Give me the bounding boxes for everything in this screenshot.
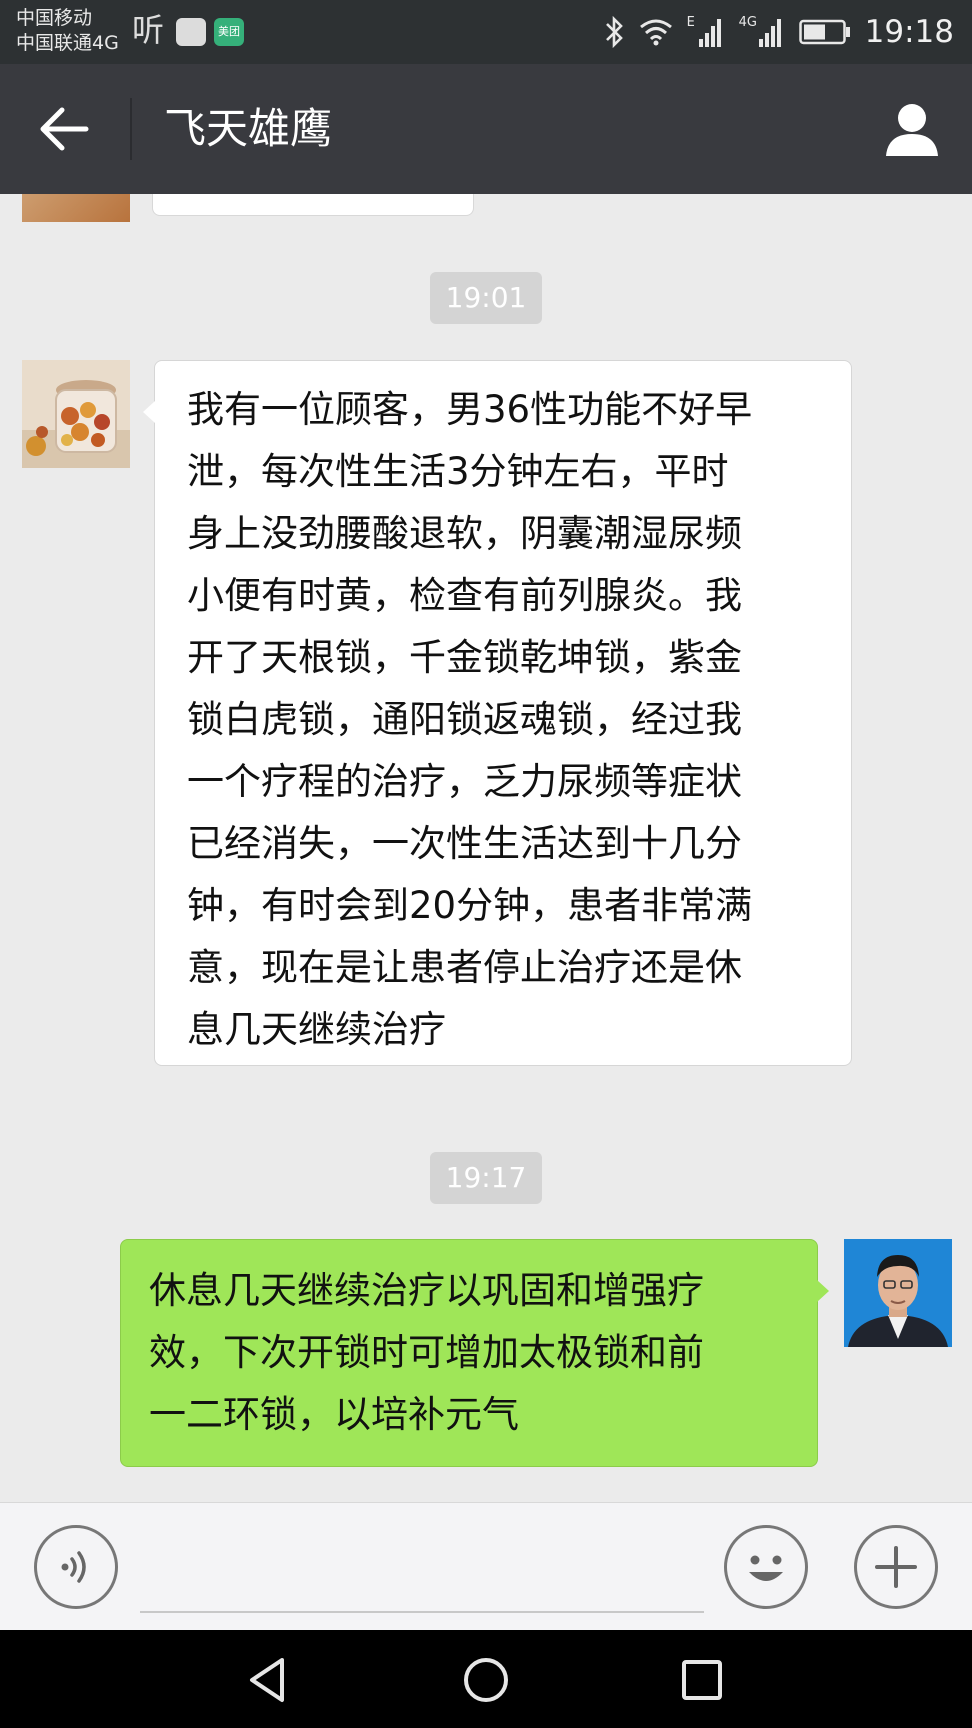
status-icons: E 4G 19:18 (603, 0, 954, 64)
signal-icon-2: 4G (739, 15, 785, 49)
message-line: 钟，有时会到20分钟，患者非常满 (187, 884, 753, 927)
signal-icon: E (687, 15, 725, 49)
food-jar-image (22, 360, 130, 468)
message-line: 身上没劲腰酸退软，阴囊潮湿尿频 (187, 512, 742, 555)
sender-avatar[interactable] (22, 360, 130, 468)
nav-recents-button[interactable] (672, 1650, 732, 1710)
emoji-button[interactable] (724, 1525, 808, 1609)
recents-square-icon (682, 1660, 722, 1700)
nav-home-button[interactable] (456, 1650, 516, 1710)
plus-icon (875, 1546, 917, 1588)
voice-button[interactable] (34, 1525, 118, 1609)
message-line: 一二环锁，以培补元气 (149, 1393, 519, 1436)
home-circle-icon (464, 1658, 508, 1702)
outgoing-message-bubble[interactable]: 休息几天继续治疗以巩固和增强疗 效，下次开锁时可增加太极锁和前 一二环锁，以培补… (120, 1239, 829, 1467)
voice-icon (61, 1551, 86, 1583)
back-button[interactable] (30, 94, 100, 164)
person-photo (844, 1239, 952, 1347)
my-avatar[interactable] (844, 1239, 952, 1347)
incoming-message-bubble[interactable]: 我有一位顾客，男36性功能不好早 泄，每次性生活3分钟左右，平时 身上没劲腰酸退… (143, 360, 852, 1066)
message-input-bar (0, 1502, 972, 1631)
back-triangle-icon (250, 1658, 284, 1702)
carrier-labels: 中国移动 中国联通4G (16, 6, 119, 56)
chat-profile-button[interactable] (880, 96, 944, 160)
message-line: 一个疗程的治疗，乏力尿频等症状 (187, 760, 742, 803)
message-list[interactable]: 19:01 我有一位顾客，男36性功能不好早 泄，每次性生活3分钟左右，平时 身… (0, 194, 972, 1502)
message-line: 小便有时黄，检查有前列腺炎。我 (187, 574, 742, 617)
message-line: 锁白虎锁，通阳锁返魂锁，经过我 (187, 698, 742, 741)
sender-avatar-partial[interactable] (22, 194, 130, 222)
system-nav-bar (0, 1630, 972, 1728)
message-line: 息几天继续治疗 (187, 1008, 446, 1051)
meituan-app-icon: 美团 (214, 18, 244, 46)
chat-title: 飞天雄鹰 (164, 104, 333, 153)
nav-back-button[interactable] (238, 1650, 298, 1710)
message-line: 休息几天继续治疗以巩固和增强疗 (149, 1269, 704, 1312)
bluetooth-icon (605, 15, 623, 49)
message-bubble-partial[interactable] (152, 194, 474, 216)
status-bar: 中国移动 中国联通4G 听 美团 E 4G 19:18 (0, 0, 972, 64)
carrier-1: 中国移动 (16, 7, 93, 29)
message-line: 开了天根锁，千金锁乾坤锁，紫金 (187, 636, 742, 679)
arrow-left-icon (40, 107, 89, 151)
ting-app-icon: 听 (132, 11, 165, 49)
emoji-icon (749, 1555, 783, 1581)
wifi-icon (639, 19, 672, 46)
message-line: 泄，每次性生活3分钟左右，平时 (187, 450, 729, 493)
timestamp-chip: 19:17 (430, 1152, 542, 1204)
timestamp-chip: 19:01 (430, 272, 542, 324)
message-input[interactable] (140, 1523, 704, 1613)
carrier-2: 中国联通4G (16, 32, 119, 54)
message-line: 我有一位顾客，男36性功能不好早 (187, 388, 753, 431)
message-line: 效，下次开锁时可增加太极锁和前 (149, 1331, 704, 1374)
header-divider (130, 98, 132, 160)
chat-header: 飞天雄鹰 (0, 64, 972, 194)
message-line: 已经消失，一次性生活达到十几分 (187, 822, 742, 865)
message-line: 意，现在是让患者停止治疗还是休 (187, 946, 742, 989)
status-time: 19:18 (864, 14, 954, 50)
huawei-app-icon (176, 18, 206, 46)
more-button[interactable] (854, 1525, 938, 1609)
battery-icon (798, 19, 850, 45)
person-icon (886, 104, 938, 156)
